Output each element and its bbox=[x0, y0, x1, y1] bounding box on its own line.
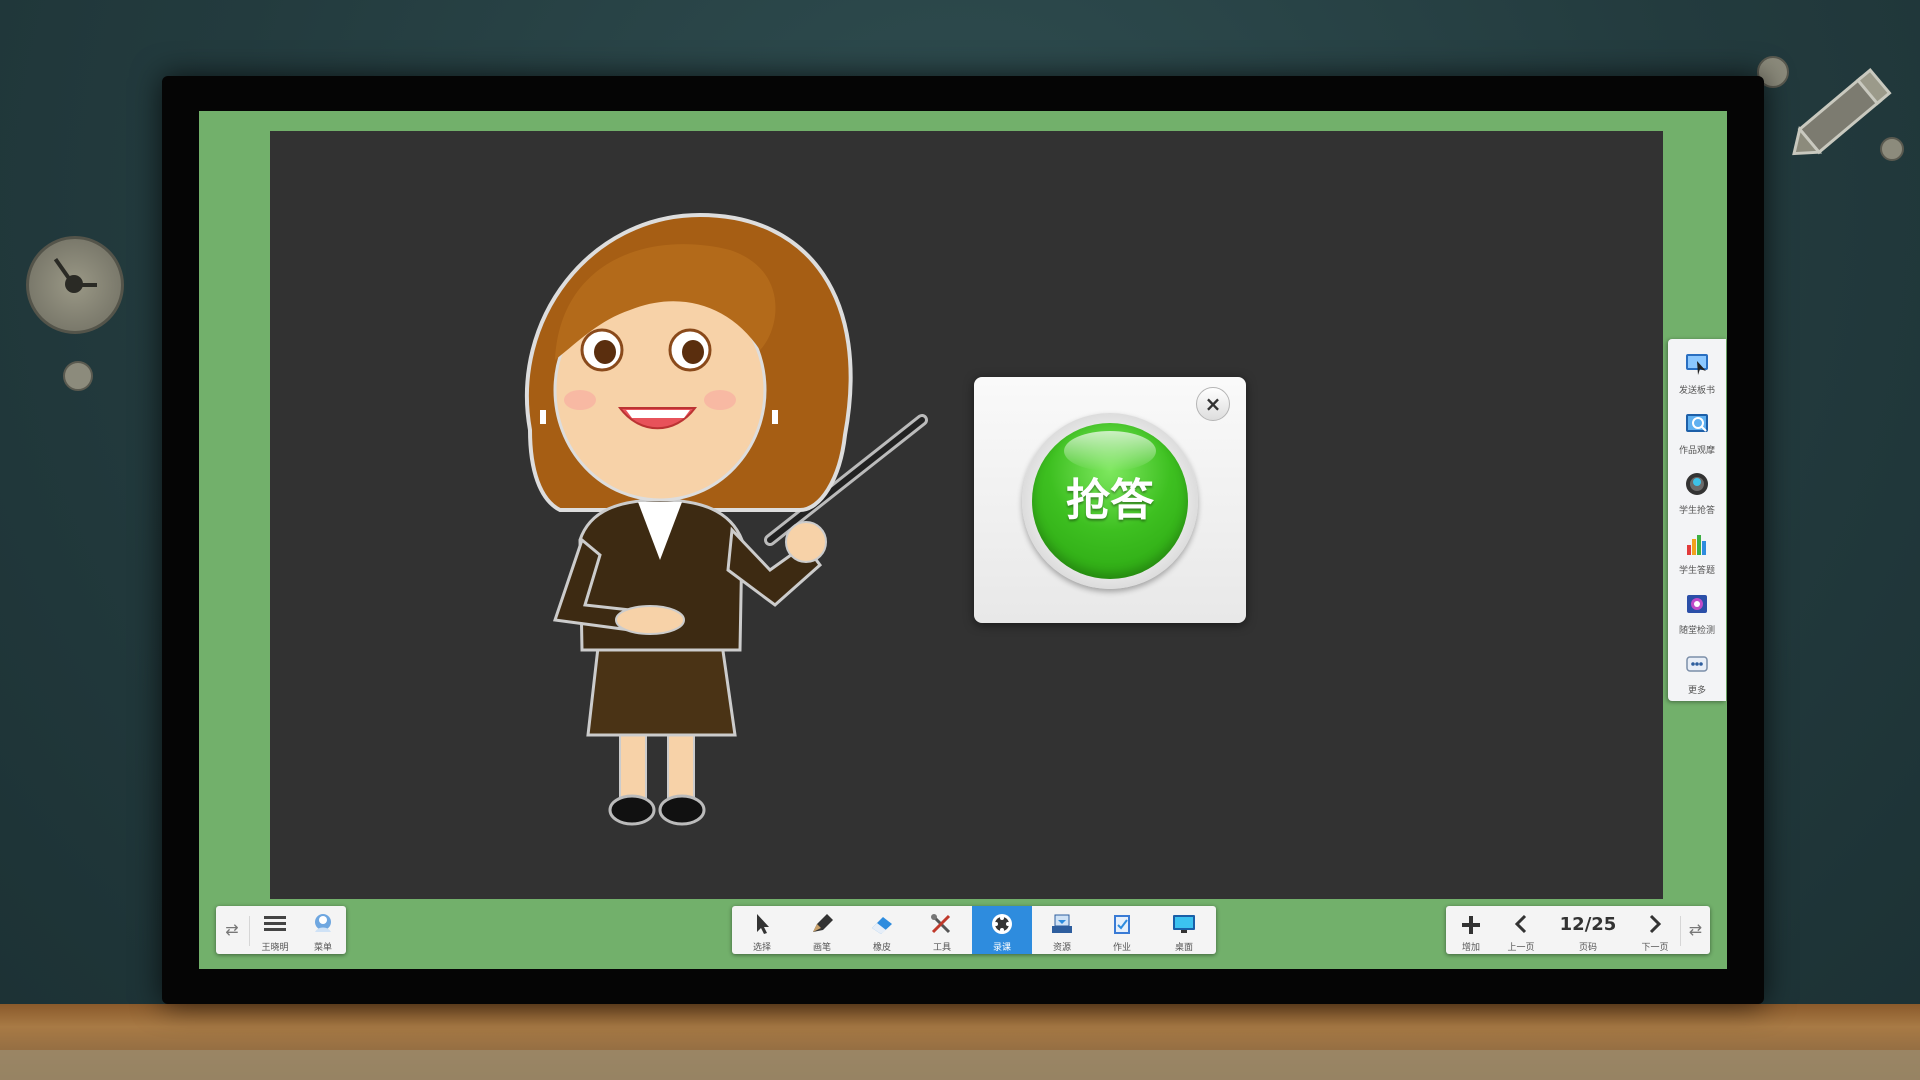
prev-page-button[interactable]: 上一页 bbox=[1496, 906, 1546, 954]
next-page-label: 下一页 bbox=[1641, 943, 1669, 953]
pencil-decoration bbox=[1792, 67, 1892, 156]
tool-label: 资源 bbox=[1052, 943, 1071, 953]
record-icon bbox=[992, 914, 1012, 934]
tool-label: 作业 bbox=[1112, 943, 1131, 953]
race-answer-button-face[interactable]: 抢答 bbox=[1032, 423, 1188, 579]
page-indicator[interactable]: 12/25 页码 bbox=[1546, 906, 1630, 954]
menu-button[interactable]: 菜单 bbox=[300, 906, 346, 954]
eraser-icon bbox=[872, 917, 892, 934]
teacher-illustration bbox=[524, 212, 928, 826]
side-item-student-answer[interactable]: 学生答题 bbox=[1668, 525, 1726, 585]
tool-resource[interactable]: 资源 bbox=[1032, 906, 1092, 954]
page-label: 页码 bbox=[1578, 943, 1597, 953]
desktop-icon bbox=[1173, 915, 1195, 933]
side-item-send-board[interactable]: 发送板书 bbox=[1668, 345, 1726, 405]
page-number: 12/25 bbox=[1559, 914, 1617, 935]
center-toolbar: 选择 画笔 橡皮 工具 录课 资源 作业 桌面 bbox=[732, 906, 1216, 954]
switch-icon: ⇄ bbox=[225, 920, 239, 939]
side-item-label: 发送板书 bbox=[1678, 386, 1715, 396]
right-toolbar: 增加 上一页 12/25 页码 下一页 ⇄ bbox=[1446, 906, 1710, 954]
tool-eraser[interactable]: 橡皮 bbox=[852, 906, 912, 954]
add-page-label: 增加 bbox=[1461, 943, 1480, 953]
side-item-quiz[interactable]: 随堂检测 bbox=[1668, 585, 1726, 645]
chevron-right-icon bbox=[1649, 914, 1662, 934]
side-item-label: 学生答题 bbox=[1678, 566, 1715, 576]
prev-page-label: 上一页 bbox=[1507, 943, 1535, 953]
pen-icon bbox=[813, 914, 833, 932]
user-name-label: 王晓明 bbox=[261, 943, 289, 953]
add-page-button[interactable]: 增加 bbox=[1446, 906, 1496, 954]
side-item-label: 作品观摩 bbox=[1678, 446, 1715, 456]
decoration-dot bbox=[63, 361, 93, 391]
ledge-strip bbox=[0, 1050, 1920, 1080]
switch-icon: ⇄ bbox=[1688, 920, 1703, 939]
tool-homework[interactable]: 作业 bbox=[1092, 906, 1152, 954]
next-page-button[interactable]: 下一页 bbox=[1630, 906, 1680, 954]
tool-label: 橡皮 bbox=[872, 943, 891, 953]
list-icon bbox=[264, 916, 286, 931]
switch-side-button[interactable]: ⇄ bbox=[1681, 906, 1710, 954]
left-toolbar: ⇄ 王晓明 菜单 bbox=[216, 906, 346, 954]
tool-label: 工具 bbox=[932, 943, 951, 953]
tool-label: 桌面 bbox=[1174, 943, 1193, 953]
tool-label: 画笔 bbox=[812, 943, 831, 953]
menu-label: 菜单 bbox=[313, 943, 332, 953]
side-item-label: 随堂检测 bbox=[1678, 626, 1715, 636]
side-item-label: 更多 bbox=[1687, 686, 1706, 696]
pointer-icon bbox=[757, 914, 769, 934]
tool-tools[interactable]: 工具 bbox=[912, 906, 972, 954]
homework-icon bbox=[1114, 915, 1130, 934]
avatar-icon bbox=[315, 914, 331, 932]
race-answer-dialog: × 抢答 bbox=[974, 377, 1246, 623]
tool-desktop[interactable]: 桌面 bbox=[1152, 906, 1216, 954]
side-item-work-view[interactable]: 作品观摩 bbox=[1668, 405, 1726, 465]
student-answer-icon bbox=[1687, 535, 1706, 555]
resource-icon bbox=[1052, 914, 1072, 933]
tool-label: 选择 bbox=[752, 943, 771, 953]
send-board-icon bbox=[1686, 354, 1708, 375]
side-item-label: 学生抢答 bbox=[1678, 506, 1715, 516]
student-race-icon bbox=[1686, 473, 1708, 495]
clock-decoration bbox=[26, 236, 124, 334]
race-answer-button[interactable]: 抢答 bbox=[1022, 413, 1198, 589]
quiz-icon bbox=[1687, 595, 1707, 613]
race-answer-label: 抢答 bbox=[1066, 475, 1154, 526]
tool-pen[interactable]: 画笔 bbox=[792, 906, 852, 954]
tool-record[interactable]: 录课 bbox=[972, 906, 1032, 954]
tool-label: 录课 bbox=[992, 943, 1011, 953]
plus-icon bbox=[1462, 916, 1480, 934]
divider bbox=[249, 916, 250, 946]
tools-icon bbox=[931, 914, 951, 934]
close-button[interactable]: × bbox=[1196, 387, 1230, 421]
user-menu-button[interactable]: 王晓明 bbox=[252, 906, 298, 954]
work-view-icon bbox=[1686, 414, 1708, 432]
chevron-left-icon bbox=[1514, 914, 1527, 934]
switch-side-button[interactable]: ⇄ bbox=[216, 906, 248, 954]
side-item-more[interactable]: 更多 bbox=[1668, 645, 1726, 705]
side-item-student-race[interactable]: 学生抢答 bbox=[1668, 465, 1726, 525]
side-panel: 发送板书 作品观摩 学生抢答 学生答题 随堂检测 更多 bbox=[1668, 339, 1726, 701]
more-icon bbox=[1686, 656, 1708, 672]
tool-select[interactable]: 选择 bbox=[732, 906, 792, 954]
